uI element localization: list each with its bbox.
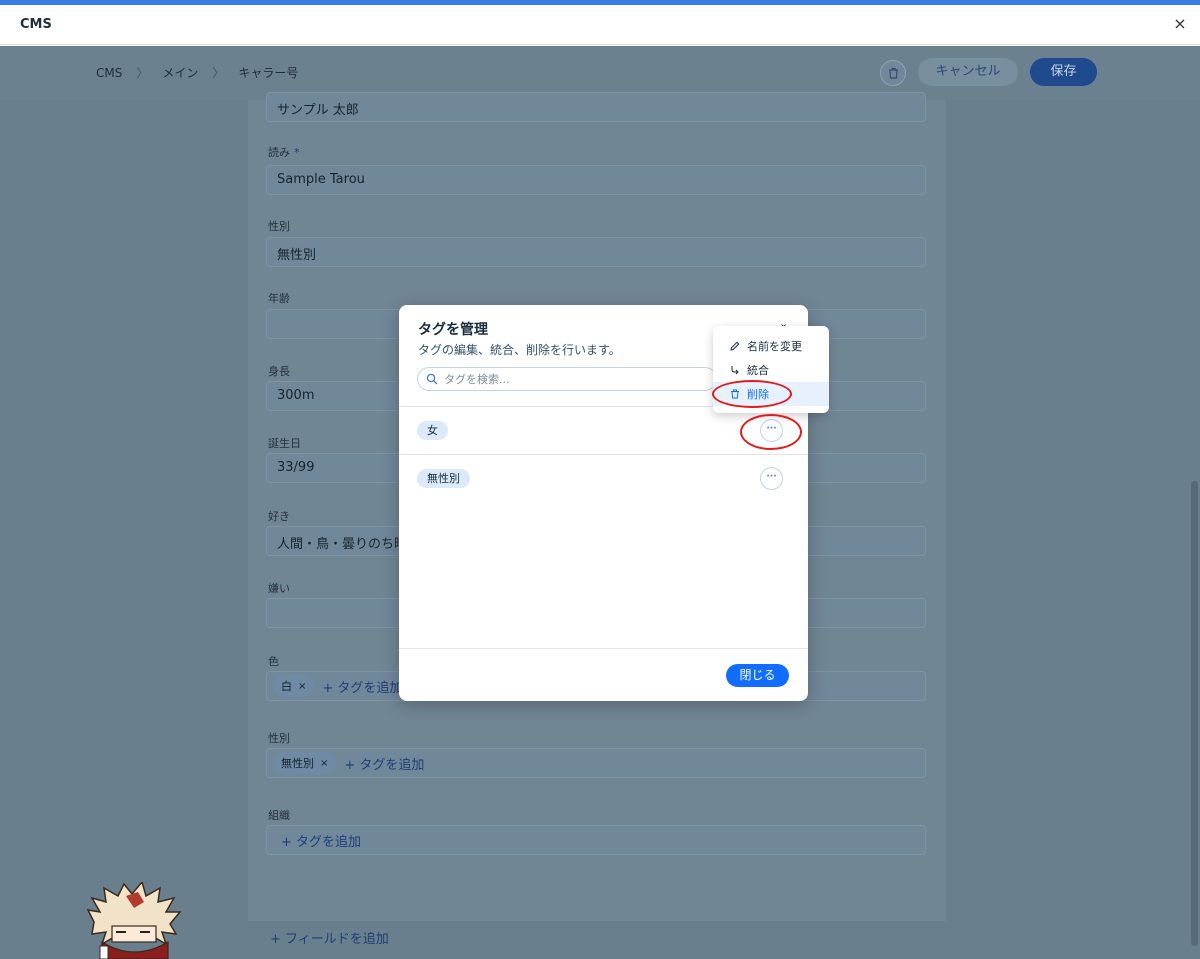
field-label-color: 色 xyxy=(268,655,279,668)
cancel-button[interactable]: キャンセル xyxy=(918,58,1018,86)
organization-tags-field[interactable]: + タグを追加 xyxy=(266,825,926,855)
tag-chip: 無性別 xyxy=(417,469,470,488)
search-icon xyxy=(426,373,438,385)
pencil-icon xyxy=(730,341,740,351)
field-label-gender-tags: 性別 xyxy=(268,732,290,745)
scrollbar[interactable] xyxy=(1191,481,1198,946)
dialog-subtitle: タグの編集、統合、削除を行います。 xyxy=(418,343,621,357)
window-title: CMS xyxy=(20,17,52,32)
gender-tags-field[interactable]: 無性別 × + タグを追加 xyxy=(266,748,926,778)
save-button[interactable]: 保存 xyxy=(1030,58,1097,86)
field-label-likes: 好き xyxy=(268,510,290,523)
field-label-birthday: 誕生日 xyxy=(268,437,301,450)
field-label-dislikes: 嫌い xyxy=(268,582,290,595)
search-placeholder: タグを検索... xyxy=(444,373,510,386)
tag-chip: 白 × xyxy=(273,675,315,697)
add-tag-button[interactable]: + タグを追加 xyxy=(281,831,361,850)
required-mark: * xyxy=(294,146,300,159)
menu-item-rename[interactable]: 名前を変更 xyxy=(713,334,829,358)
footer-divider xyxy=(399,648,808,649)
field-label-gender: 性別 xyxy=(268,220,290,233)
tag-row: 女 ··· xyxy=(399,406,808,454)
character-avatar xyxy=(86,882,182,959)
menu-item-delete[interactable]: 削除 xyxy=(713,382,829,406)
breadcrumb-item-cms[interactable]: CMS xyxy=(96,66,122,80)
add-field-button[interactable]: + フィールドを追加 xyxy=(270,928,389,947)
field-label-organization: 組織 xyxy=(268,809,290,822)
menu-item-merge[interactable]: 統合 xyxy=(713,358,829,382)
breadcrumb-item-current: キャラー号 xyxy=(238,66,299,80)
reading-field[interactable]: Sample Tarou xyxy=(266,165,926,195)
tag-row: 無性別 ··· xyxy=(399,454,808,502)
trash-icon xyxy=(731,389,739,399)
delete-item-button[interactable] xyxy=(880,60,906,86)
breadcrumb-separator: 〉 xyxy=(136,66,149,80)
field-label-height: 身長 xyxy=(268,365,290,378)
remove-tag-icon[interactable]: × xyxy=(298,681,306,692)
tag-chip: 無性別 × xyxy=(273,752,337,774)
add-tag-button[interactable]: + タグを追加 xyxy=(322,677,402,696)
breadcrumb-item-main[interactable]: メイン xyxy=(162,64,198,81)
merge-icon xyxy=(731,366,739,375)
add-tag-button[interactable]: + タグを追加 xyxy=(344,754,424,773)
more-options-button[interactable]: ··· xyxy=(760,467,783,490)
window-close-icon[interactable]: × xyxy=(1170,13,1190,35)
field-label-age: 年齢 xyxy=(268,292,290,305)
remove-tag-icon[interactable]: × xyxy=(320,758,328,769)
dialog-title: タグを管理 xyxy=(418,322,488,338)
breadcrumb-separator: 〉 xyxy=(212,66,225,80)
breadcrumb: CMS 〉 メイン 〉 キャラー号 xyxy=(96,64,298,81)
tag-search-input[interactable]: タグを検索... xyxy=(417,367,717,391)
trash-icon xyxy=(888,67,898,79)
tag-context-menu: 名前を変更 統合 削除 xyxy=(713,326,829,413)
name-field[interactable]: サンプル 太郎 xyxy=(266,92,926,122)
window-titlebar: CMS × xyxy=(0,5,1200,45)
gender-field[interactable]: 無性別 xyxy=(266,237,926,267)
field-label-reading: 読み * xyxy=(268,146,300,159)
more-options-button[interactable]: ··· xyxy=(760,419,783,442)
tag-chip: 女 xyxy=(417,421,448,440)
close-dialog-button[interactable]: 閉じる xyxy=(726,664,789,687)
